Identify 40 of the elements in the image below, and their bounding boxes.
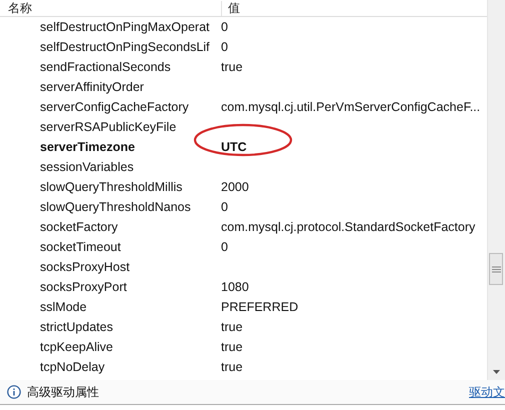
property-value: 0 bbox=[221, 200, 228, 214]
property-name: serverTimezone bbox=[39, 140, 136, 154]
property-value: PREFERRED bbox=[221, 300, 298, 314]
property-name: socksProxyPort bbox=[39, 280, 128, 294]
property-name: slowQueryThresholdNanos bbox=[39, 200, 192, 214]
property-name: slowQueryThresholdMillis bbox=[39, 180, 184, 194]
scroll-thumb[interactable] bbox=[489, 253, 503, 285]
property-value: 1080 bbox=[221, 280, 249, 294]
property-value: true bbox=[221, 360, 243, 374]
property-name: socketFactory bbox=[39, 220, 119, 234]
column-header[interactable]: 值 bbox=[222, 0, 240, 16]
column-header[interactable]: 名称 bbox=[0, 0, 222, 16]
property-name: sslMode bbox=[39, 300, 88, 314]
property-name: selfDestructOnPingMaxOperat bbox=[39, 20, 211, 34]
property-value: 2000 bbox=[221, 180, 249, 194]
driver-docs-link[interactable]: 驱动文 bbox=[469, 384, 505, 400]
property-value: UTC bbox=[221, 140, 247, 154]
property-name: sessionVariables bbox=[39, 160, 135, 174]
property-value: com.mysql.cj.protocol.StandardSocketFactory bbox=[221, 220, 476, 234]
property-value: true bbox=[221, 340, 243, 354]
property-value: 0 bbox=[221, 240, 228, 254]
property-name: tcpNoDelay bbox=[39, 360, 106, 374]
property-name: serverAffinityOrder bbox=[39, 80, 145, 94]
property-name: strictUpdates bbox=[39, 320, 114, 334]
property-name: socketTimeout bbox=[39, 240, 122, 254]
property-value: true bbox=[221, 320, 243, 334]
property-name: selfDestructOnPingSecondsLif bbox=[39, 40, 211, 54]
info-icon bbox=[7, 385, 21, 399]
property-value: 0 bbox=[221, 40, 228, 54]
property-value: true bbox=[221, 60, 243, 74]
property-name: serverRSAPublicKeyFile bbox=[39, 120, 178, 134]
property-name: socksProxyHost bbox=[39, 260, 131, 274]
property-value: 0 bbox=[221, 20, 228, 34]
property-name: serverConfigCacheFactory bbox=[39, 100, 190, 114]
property-name: sendFractionalSeconds bbox=[39, 60, 172, 74]
property-name: tcpKeepAlive bbox=[39, 340, 114, 354]
scrollbar[interactable] bbox=[487, 0, 505, 380]
footer-label: 高级驱动属性 bbox=[27, 384, 99, 400]
property-value: com.mysql.cj.util.PerVmServerConfigCacheF... bbox=[221, 100, 480, 114]
scroll-down-icon[interactable] bbox=[493, 370, 500, 374]
